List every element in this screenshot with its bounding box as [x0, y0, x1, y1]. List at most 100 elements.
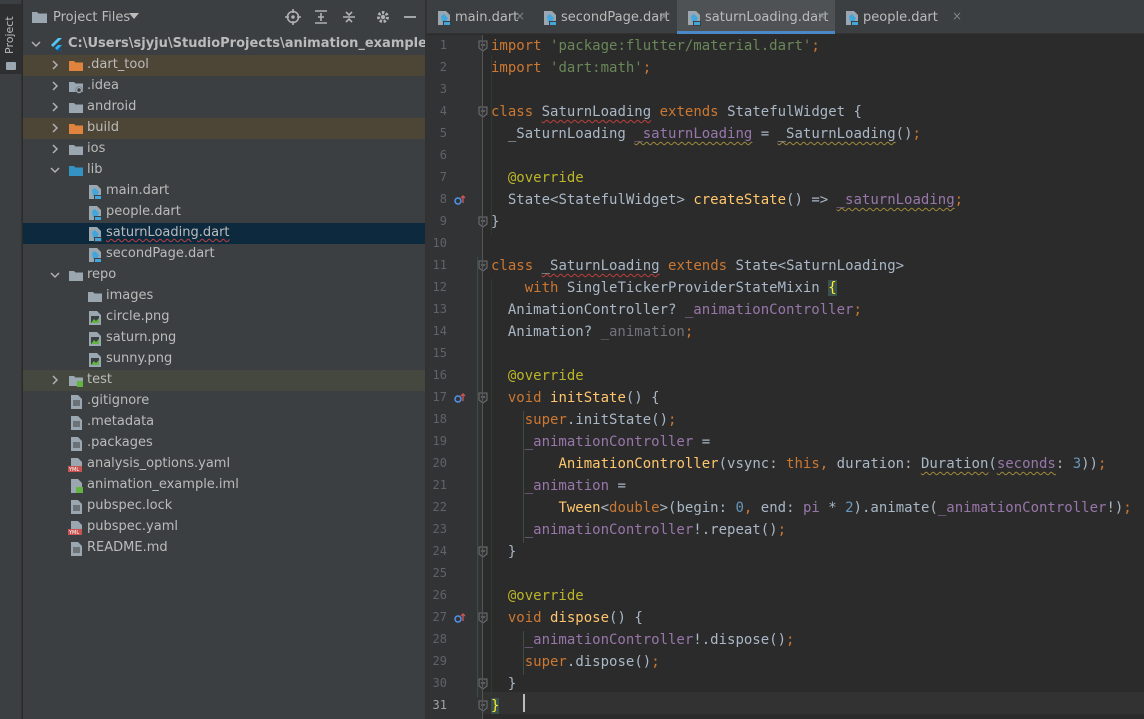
tree-item-label: pubspec.yaml [87, 519, 178, 534]
tree-item-label: .gitignore [87, 393, 150, 408]
code-line[interactable]: import 'package:flutter/material.dart'; [491, 35, 820, 57]
code-line[interactable]: } [491, 695, 500, 717]
chevron-right-icon[interactable] [50, 76, 62, 97]
chevron-down-icon[interactable] [50, 265, 62, 286]
fold-icon[interactable] [478, 678, 488, 690]
collapse-all-icon[interactable] [341, 9, 357, 25]
code-line[interactable]: Tween<double>(begin: 0, end: pi * 2).ani… [491, 497, 1131, 519]
tree-item[interactable]: YML analysis_options.yaml [23, 454, 425, 475]
chevron-right-icon[interactable] [50, 97, 62, 118]
project-panel-header: Project Files [23, 0, 425, 34]
project-tool-tab[interactable]: Project [0, 4, 22, 74]
fold-icon[interactable] [478, 216, 488, 228]
close-icon[interactable]: × [659, 9, 669, 23]
tree-item[interactable]: YML pubspec.yaml [23, 517, 425, 538]
code-line[interactable]: } [491, 673, 516, 695]
line-number: 14 [432, 324, 447, 338]
code-line[interactable]: with SingleTickerProviderStateMixin { [491, 277, 837, 299]
code-line[interactable]: class SaturnLoading extends StatefulWidg… [491, 101, 862, 123]
fold-icon[interactable] [478, 40, 488, 52]
tree-item[interactable]: main.dart [23, 181, 425, 202]
tree-item[interactable]: .packages [23, 433, 425, 454]
code-line[interactable]: void dispose() { [491, 607, 643, 629]
tree-item[interactable]: pubspec.lock [23, 496, 425, 517]
chevron-right-icon[interactable] [50, 118, 62, 139]
code-editor[interactable]: 1 2 3 4 5 6 7 8 9 10 11 12 13 14 15 16 17 18 19 20 21 22 23 24 2… [427, 35, 1144, 719]
code-line[interactable]: _animationController = [491, 431, 710, 453]
tree-item[interactable]: sunny.png [23, 349, 425, 370]
project-tool-tab-label: Project [3, 16, 16, 54]
code-line[interactable]: _SaturnLoading _saturnLoading = _SaturnL… [491, 123, 921, 145]
fold-icon[interactable] [478, 392, 488, 404]
code-line[interactable]: @override [491, 167, 584, 189]
code-line[interactable]: _animation = [491, 475, 626, 497]
line-number: 29 [432, 654, 447, 668]
override-marker-icon[interactable] [454, 612, 466, 624]
code-line[interactable]: AnimationController? _animationControlle… [491, 299, 862, 321]
chevron-right-icon[interactable] [50, 139, 62, 160]
gear-icon[interactable] [375, 9, 391, 25]
editor-gutter[interactable]: 1 2 3 4 5 6 7 8 9 10 11 12 13 14 15 16 17 18 19 20 21 22 23 24 2… [427, 35, 488, 719]
fold-icon[interactable] [478, 700, 488, 712]
chevron-down-icon[interactable] [50, 160, 62, 181]
expand-all-icon[interactable] [313, 9, 329, 25]
code-line[interactable]: Animation? _animation; [491, 321, 693, 343]
code-line[interactable]: void initState() { [491, 387, 660, 409]
tree-item[interactable]: circle.png [23, 307, 425, 328]
tree-item[interactable]: .metadata [23, 412, 425, 433]
tree-item[interactable]: secondPage.dart [23, 244, 425, 265]
chevron-right-icon[interactable] [50, 370, 62, 391]
code-line[interactable]: super.initState(); [491, 409, 677, 431]
chevron-right-icon[interactable] [50, 55, 62, 76]
tree-item[interactable]: build [23, 118, 425, 139]
tree-item[interactable]: README.md [23, 538, 425, 559]
dart-file-icon [436, 10, 451, 26]
tree-item[interactable]: .gitignore [23, 391, 425, 412]
close-icon[interactable]: × [817, 9, 827, 23]
tree-item[interactable]: .idea [23, 76, 425, 97]
override-marker-icon[interactable] [454, 194, 466, 206]
hide-icon[interactable] [402, 9, 418, 25]
fold-icon[interactable] [478, 260, 488, 272]
code-line[interactable]: State<StatefulWidget> createState() => _… [491, 189, 963, 211]
tree-item[interactable]: people.dart [23, 202, 425, 223]
editor-tab[interactable]: main.dart × [427, 0, 533, 34]
chevron-down-icon[interactable] [129, 13, 139, 19]
code-line[interactable]: import 'dart:math'; [491, 57, 651, 79]
tree-item[interactable]: test [23, 370, 425, 391]
code-line[interactable]: AnimationController(vsync: this, duratio… [491, 453, 1106, 475]
code-line[interactable]: @override [491, 585, 584, 607]
editor-tab[interactable]: saturnLoading.dart × [677, 0, 835, 34]
fold-icon[interactable] [478, 106, 488, 118]
editor-tab[interactable]: people.dart × [835, 0, 970, 34]
tree-item[interactable]: android [23, 97, 425, 118]
tree-item[interactable]: images [23, 286, 425, 307]
line-number: 23 [432, 522, 447, 536]
chevron-down-icon[interactable] [31, 34, 43, 55]
tree-item[interactable]: repo [23, 265, 425, 286]
fold-icon[interactable] [478, 612, 488, 624]
override-marker-icon[interactable] [454, 392, 466, 404]
tree-item[interactable]: .dart_tool [23, 55, 425, 76]
tree-item[interactable]: saturnLoading.dart [23, 223, 425, 244]
tree-item[interactable]: lib [23, 160, 425, 181]
close-icon[interactable]: × [952, 9, 962, 23]
editor-tab[interactable]: secondPage.dart × [533, 0, 677, 34]
code-line[interactable]: _animationController!.dispose(); [491, 629, 795, 651]
locate-icon[interactable] [285, 9, 301, 25]
code-line[interactable]: @override [491, 365, 584, 387]
project-view-selector[interactable]: Project Files [53, 10, 130, 25]
tree-item[interactable]: saturn.png [23, 328, 425, 349]
fold-icon[interactable] [478, 546, 488, 558]
tree-item[interactable]: animation_example.iml [23, 475, 425, 496]
code-line[interactable]: class _SaturnLoading extends State<Satur… [491, 255, 904, 277]
project-panel: Project Files C:\Users\sjyju\StudioProje… [23, 0, 427, 719]
code-line[interactable]: _animationController!.repeat(); [491, 519, 786, 541]
tree-item[interactable]: C:\Users\sjyju\StudioProjects\animation_… [23, 34, 427, 55]
tree-item[interactable]: ios [23, 139, 425, 160]
code-line[interactable]: } [491, 541, 516, 563]
code-line[interactable]: super.dispose(); [491, 651, 660, 673]
close-icon[interactable]: × [515, 9, 525, 23]
tree-item-label: images [106, 288, 154, 303]
code-line[interactable]: } [491, 211, 499, 233]
